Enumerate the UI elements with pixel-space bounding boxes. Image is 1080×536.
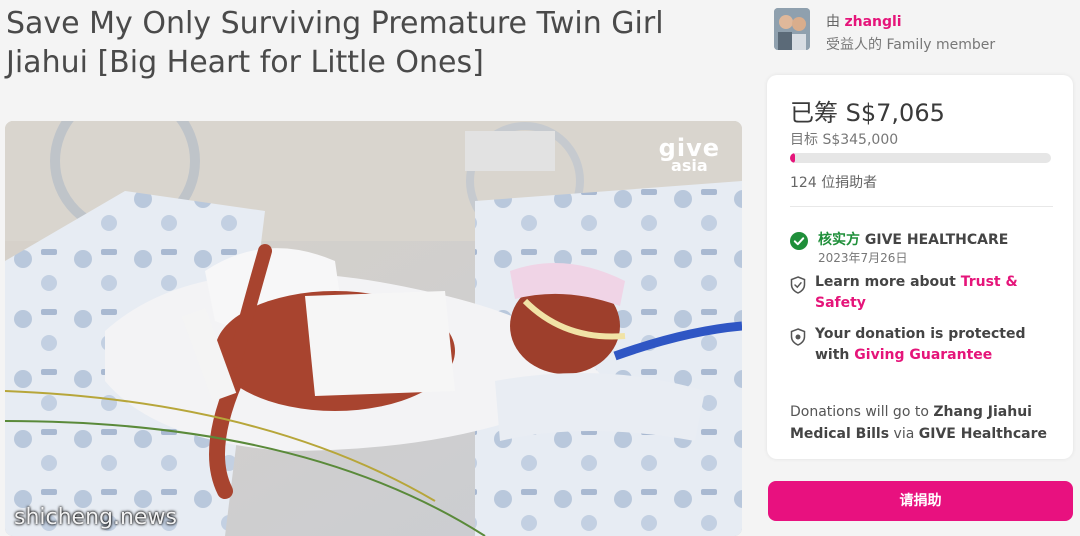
organizer-line: 由 zhangli xyxy=(826,11,902,31)
donor-count-number: 124 xyxy=(790,175,817,191)
destination-partner: GIVE Healthcare xyxy=(918,426,1047,442)
donor-count-label: 位捐助者 xyxy=(821,175,878,191)
campaign-title: Save My Only Surviving Premature Twin Gi… xyxy=(6,6,664,80)
donation-summary-card: 已筹 S$7,065 目标 S$345,000 124 位捐助者 核实方 GIV… xyxy=(767,75,1073,459)
donate-button[interactable]: 请捐助 xyxy=(768,481,1073,521)
goal-label: 目标 xyxy=(790,132,818,148)
give-asia-logo: give asia xyxy=(658,134,720,175)
donation-destination: Donations will go to Zhang Jiahui Medica… xyxy=(790,401,1060,445)
organizer-name-link[interactable]: zhangli xyxy=(844,14,901,30)
raised-amount: S$7,065 xyxy=(845,99,945,127)
destination-prefix: Donations will go to xyxy=(790,404,929,420)
campaign-photo[interactable]: give asia shicheng.news xyxy=(5,121,742,536)
amount-raised: 已筹 S$7,065 xyxy=(790,93,945,128)
guarantee-text: Your donation is protected with Giving G… xyxy=(815,324,1045,366)
shield-icon xyxy=(790,328,806,346)
by-prefix: 由 xyxy=(826,14,840,30)
shield-check-icon xyxy=(790,276,806,294)
organizer-block: 由 zhangli 受益人的 Family member xyxy=(774,8,1074,56)
watermark: shicheng.news xyxy=(14,505,177,530)
progress-fill xyxy=(790,153,796,163)
trust-safety-text: Learn more about Trust & Safety xyxy=(815,272,1045,314)
progress-bar xyxy=(790,153,1051,163)
raised-label: 已筹 xyxy=(790,99,838,127)
baby-incubator-image xyxy=(5,121,742,536)
avatar[interactable] xyxy=(774,8,810,50)
trust-text: Learn more about xyxy=(815,274,956,290)
goal: 目标 S$345,000 xyxy=(790,129,898,149)
destination-via: via xyxy=(893,426,915,442)
organizer-relation: 受益人的 Family member xyxy=(826,37,996,53)
divider xyxy=(790,206,1053,207)
verification-line: 核实方 GIVE HEALTHCARE xyxy=(818,229,1008,249)
verification-org: GIVE HEALTHCARE xyxy=(864,232,1009,248)
check-circle-icon xyxy=(790,232,808,250)
logo-line-give: give xyxy=(658,134,720,162)
giving-guarantee-link[interactable]: Giving Guarantee xyxy=(854,347,992,363)
verification-date: 2023年7月26日 xyxy=(818,251,908,265)
verification-label: 核实方 xyxy=(818,232,860,248)
donor-count: 124 位捐助者 xyxy=(790,172,877,192)
goal-amount: S$345,000 xyxy=(822,132,899,148)
